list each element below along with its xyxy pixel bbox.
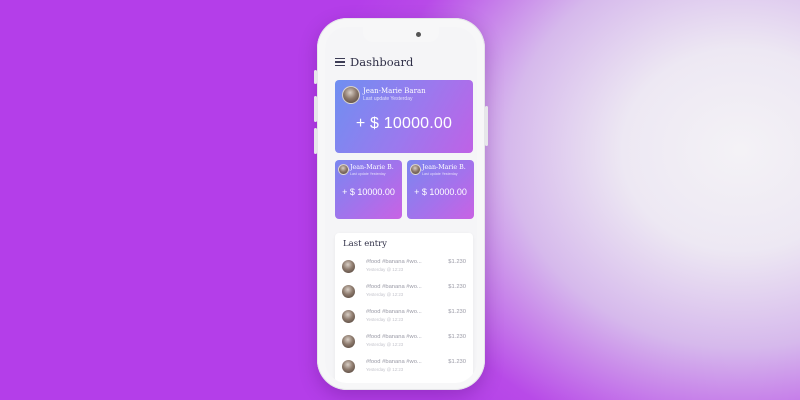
camera-icon: [416, 32, 421, 37]
entry-time: Yesterday @ 12:23: [366, 317, 404, 322]
phone-frame: Dashboard Jean-Marie Baran Last update Y…: [314, 18, 488, 390]
main-balance-card[interactable]: Jean-Marie Baran Last update Yesterday +…: [335, 80, 473, 153]
volume-down-button: [314, 128, 317, 154]
user-avatar: [342, 335, 355, 348]
user-avatar: [342, 260, 355, 273]
entry-price: $1.230: [448, 334, 466, 340]
hamburger-menu-icon[interactable]: [335, 58, 345, 66]
card-user-name: Jean-Marie Baran: [363, 87, 426, 95]
power-button: [485, 106, 488, 146]
mini-balance-card[interactable]: Jean-Marie B. Last update Yesterday + $ …: [407, 160, 474, 219]
mute-switch: [314, 70, 317, 84]
user-avatar: [410, 164, 421, 175]
last-entry-panel: Last entry #food #banana #wo... Yesterda…: [335, 233, 473, 383]
app-header: Dashboard: [335, 54, 413, 70]
card-last-update: Last update Yesterday: [350, 172, 386, 176]
entry-tags: #food #banana #wo...: [366, 309, 422, 315]
mini-balance-card[interactable]: Jean-Marie B. Last update Yesterday + $ …: [335, 160, 402, 219]
entry-time: Yesterday @ 12:23: [366, 292, 404, 297]
list-item[interactable]: #food #banana #wo... Yesterday @ 12:23 $…: [342, 283, 466, 301]
panel-title: Last entry: [343, 239, 387, 249]
list-item[interactable]: #food #banana #wo... Yesterday @ 12:23 $…: [342, 333, 466, 351]
entry-price: $1.230: [448, 284, 466, 290]
card-last-update: Last update Yesterday: [422, 172, 458, 176]
user-avatar: [342, 310, 355, 323]
entry-tags: #food #banana #wo...: [366, 334, 422, 340]
card-user-name: Jean-Marie B.: [422, 164, 466, 171]
entry-time: Yesterday @ 12:23: [366, 367, 404, 372]
entry-tags: #food #banana #wo...: [366, 359, 422, 365]
entry-time: Yesterday @ 12:23: [366, 267, 404, 272]
list-item[interactable]: #food #banana #wo... Yesterday @ 12:23 $…: [342, 258, 466, 276]
phone-screen: Dashboard Jean-Marie Baran Last update Y…: [325, 27, 477, 383]
list-item[interactable]: #food #banana #wo... Yesterday @ 12:23 $…: [342, 358, 466, 376]
entry-price: $1.230: [448, 309, 466, 315]
card-amount: + $ 10000.00: [414, 187, 467, 197]
user-avatar: [342, 360, 355, 373]
phone-notch: [363, 27, 439, 42]
list-item[interactable]: #food #banana #wo... Yesterday @ 12:23 $…: [342, 308, 466, 326]
volume-up-button: [314, 96, 317, 122]
card-amount: + $ 10000.00: [355, 115, 453, 132]
user-avatar: [342, 285, 355, 298]
entry-tags: #food #banana #wo...: [366, 259, 422, 265]
entry-price: $1.230: [448, 259, 466, 265]
page-title: Dashboard: [350, 55, 414, 69]
entry-tags: #food #banana #wo...: [366, 284, 422, 290]
entry-time: Yesterday @ 12:23: [366, 342, 404, 347]
card-amount: + $ 10000.00: [342, 187, 395, 197]
user-avatar: [338, 164, 349, 175]
card-user-name: Jean-Marie B.: [350, 164, 394, 171]
entry-price: $1.230: [448, 359, 466, 365]
card-last-update: Last update Yesterday: [363, 96, 413, 102]
user-avatar: [342, 86, 360, 104]
